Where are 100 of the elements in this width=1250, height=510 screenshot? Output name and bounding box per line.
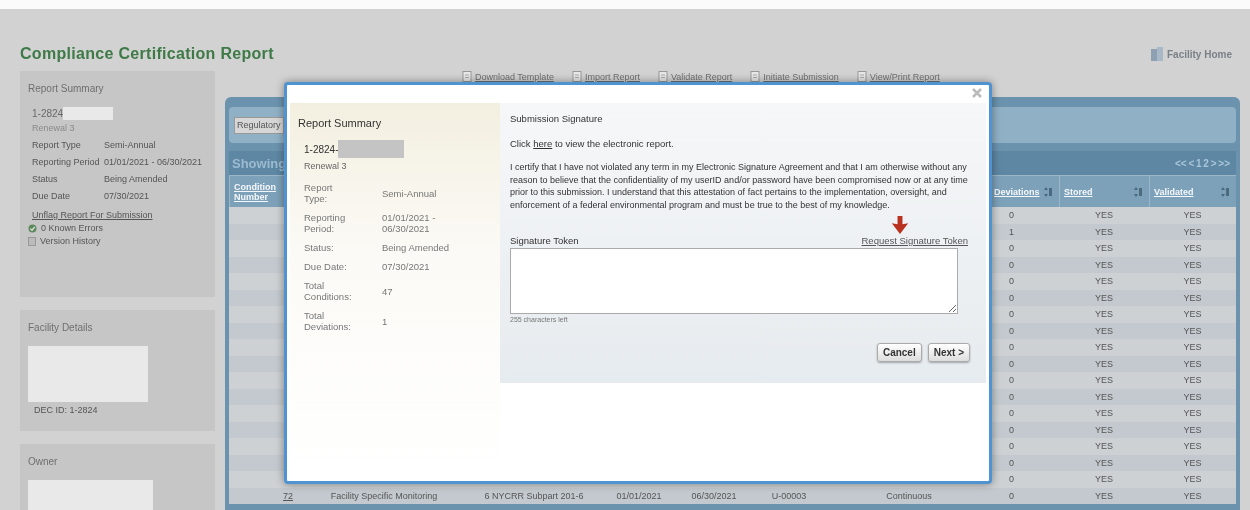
table-cell-text: YES	[1182, 391, 1203, 402]
table-cell-text: 0	[1008, 325, 1015, 336]
table-cell-text: YES	[1182, 474, 1203, 485]
document-icon	[571, 71, 582, 82]
table-cell-text: YES	[1182, 276, 1203, 287]
table-cell-text: U-00003	[770, 490, 808, 501]
pagination[interactable]: << < 1 2 > >>	[1174, 157, 1230, 169]
document-icon	[462, 71, 472, 82]
table-cell-text: YES	[1094, 226, 1114, 237]
toolbar-link[interactable]: Validate Report	[657, 71, 733, 82]
panel-title: Facility Details	[28, 322, 94, 333]
table-cell-text: YES	[1094, 375, 1114, 386]
signature-token-field[interactable]	[510, 248, 958, 314]
field-label: Total Deviations:	[304, 310, 352, 332]
next-button[interactable]: Next >	[927, 343, 970, 362]
document-icon	[657, 71, 668, 82]
table-cell-text: YES	[1094, 276, 1114, 287]
version-history-link[interactable]: Version History	[40, 236, 101, 246]
building-icon	[1150, 47, 1163, 61]
table-cell-text: YES	[1182, 309, 1203, 320]
table-cell-text: YES	[1094, 391, 1114, 402]
table-cell-text: 0	[1008, 408, 1015, 419]
condition-number-link[interactable]: 72	[229, 490, 299, 501]
document-icon	[856, 71, 867, 82]
arrow-annotation	[891, 216, 909, 234]
page-title: Compliance Certification Report	[20, 45, 274, 63]
table-cell-text: Facility Specific Monitoring	[329, 490, 439, 501]
unflag-link[interactable]: Unflag Report For Submission	[28, 210, 207, 220]
table-cell-text: 0	[1008, 309, 1015, 320]
table-cell-text: YES	[1182, 210, 1203, 221]
table-cell-text: 0	[1008, 210, 1015, 221]
table-cell-text: YES	[1182, 342, 1203, 353]
request-token-link[interactable]: Request Signature Token	[861, 235, 968, 246]
showing-label: Showing	[232, 155, 287, 171]
cancel-button[interactable]: Cancel	[876, 343, 922, 362]
table-cell-text: YES	[1182, 358, 1203, 369]
check-circle-icon	[28, 223, 37, 233]
table-cell-text: YES	[1182, 226, 1203, 237]
table-cell-text: YES	[1094, 342, 1114, 353]
table-cell-text: YES	[1094, 408, 1114, 419]
field-value: Being Amended	[104, 174, 169, 184]
field-value: Semi-Annual	[382, 187, 438, 199]
table-cell-text: 0	[1008, 342, 1015, 353]
table-cell-text: YES	[1094, 441, 1114, 452]
field-label: Due Date:	[304, 261, 348, 272]
table-cell-text: YES	[1094, 243, 1114, 254]
toolbar-link[interactable]: Download Template	[462, 71, 554, 82]
document-icon	[750, 71, 761, 82]
table-cell-text: YES	[1182, 424, 1203, 435]
table-cell-text: YES	[1094, 457, 1114, 468]
table-cell-text: YES	[1182, 408, 1203, 419]
table-cell-text: YES	[1182, 259, 1203, 270]
facility-home-link[interactable]: Facility Home	[1150, 47, 1232, 61]
field-value: Being Amended	[382, 242, 451, 253]
table-cell-text: YES	[1094, 358, 1114, 369]
toolbar-link[interactable]: View/Print Report	[856, 71, 940, 82]
field-label: Report Type	[32, 140, 82, 150]
table-cell-text: 0	[1008, 424, 1015, 435]
instruction-text: Click here to view the electronic report.	[510, 138, 675, 149]
field-value: 01/01/2021 - 06/30/2021	[104, 157, 204, 167]
table-cell-text: YES	[1182, 375, 1203, 386]
dec-id: DEC ID: 1-2824	[33, 405, 99, 415]
field-value: 07/30/2021	[382, 261, 431, 272]
table-cell-text: YES	[1182, 490, 1203, 501]
field-label: Report Type:	[304, 182, 334, 204]
here-link[interactable]: here	[533, 138, 553, 149]
sort-icon[interactable]	[1134, 186, 1143, 197]
sort-icon[interactable]	[1221, 186, 1230, 197]
table-cell-text: 0	[1008, 243, 1015, 254]
table-cell-text: 01/01/2021	[615, 490, 663, 501]
table-cell-text: 0	[1008, 358, 1015, 369]
toolbar-link[interactable]: Import Report	[571, 71, 640, 82]
regulatory-button[interactable]: Regulatory	[234, 116, 284, 134]
table-cell-text: 0	[1008, 457, 1015, 468]
close-icon[interactable]	[972, 88, 982, 98]
column-header[interactable]: Deviations	[994, 186, 1040, 197]
section-title: Submission Signature	[510, 113, 604, 124]
redacted-block	[63, 107, 114, 120]
renewal-label: Renewal 3	[303, 161, 348, 171]
field-label: Status:	[304, 242, 335, 253]
table-cell-text: YES	[1094, 424, 1114, 435]
table-cell-text: YES	[1094, 490, 1114, 501]
token-label: Signature Token	[510, 235, 579, 246]
table-cell-text: YES	[1094, 325, 1114, 336]
table-cell-text: YES	[1182, 457, 1203, 468]
table-cell-text: 0	[1008, 276, 1015, 287]
table-cell-text: 0	[1008, 375, 1015, 386]
toolbar-link[interactable]: Initiate Submission	[750, 71, 839, 82]
field-value: 07/30/2021	[104, 191, 151, 201]
panel-title: Report Summary	[28, 83, 105, 94]
field-label: Reporting Period:	[304, 212, 347, 234]
table-cell-text: 0	[1008, 292, 1015, 303]
table-cell-text: YES	[1094, 309, 1114, 320]
sort-icon[interactable]	[1044, 186, 1053, 197]
table-cell-text: YES	[1182, 292, 1203, 303]
table-cell-text: 6 NYCRR Subpart 201-6	[483, 490, 585, 501]
table-cell-text: YES	[1182, 325, 1203, 336]
field-value: 1	[382, 315, 389, 327]
column-header[interactable]: Stored	[1064, 186, 1093, 197]
column-header[interactable]: Validated	[1154, 186, 1194, 197]
